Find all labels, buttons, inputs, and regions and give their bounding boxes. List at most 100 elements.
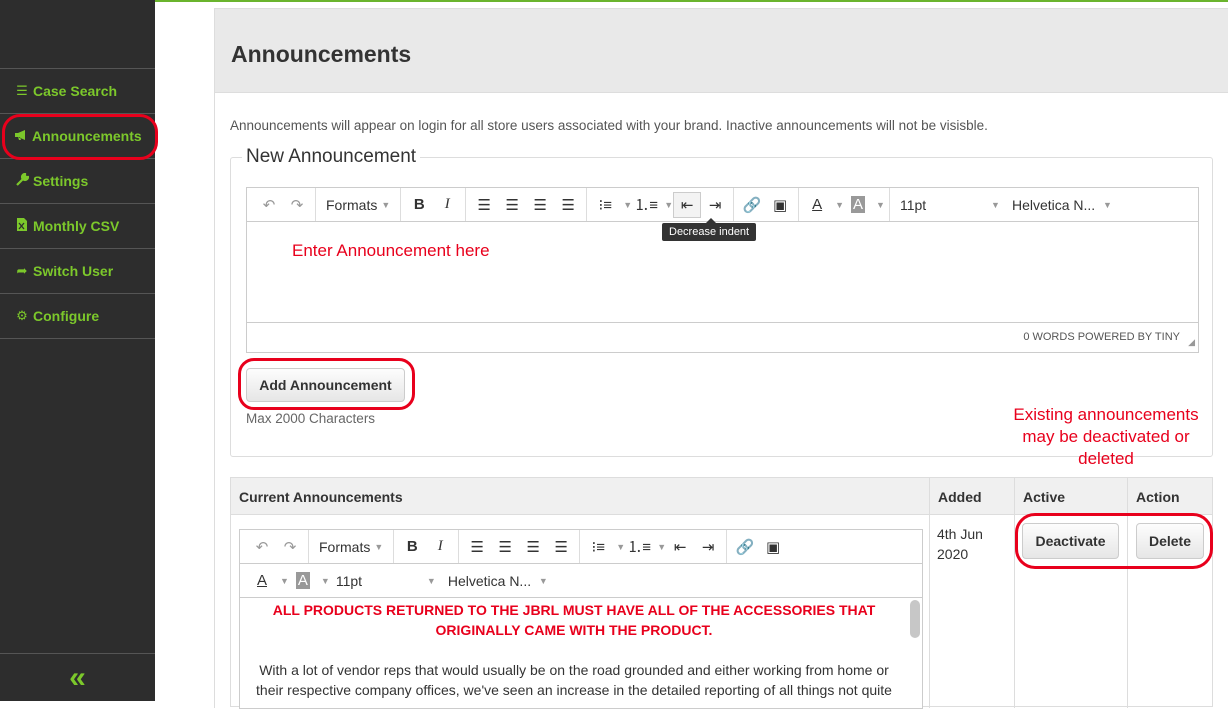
- delete-button[interactable]: Delete: [1136, 523, 1204, 559]
- sidebar-item-label: Announcements: [32, 128, 142, 144]
- redo-icon[interactable]: ↷: [283, 192, 311, 218]
- column-header: Current Announcements: [239, 488, 403, 505]
- formats-label: Formats: [326, 196, 378, 213]
- word-count-status: 0 WORDS POWERED BY TINY: [1023, 331, 1180, 343]
- sidebar-brand-area: [0, 0, 155, 69]
- double-chevron-left-icon: «: [69, 660, 86, 694]
- panel-header: Announcements: [215, 9, 1228, 93]
- caret-down-icon: ▼: [538, 575, 548, 586]
- sidebar-item-label: Settings: [33, 173, 89, 189]
- caret-down-icon[interactable]: ▼: [657, 542, 666, 552]
- sidebar: ☰ Case Search Announcements Settings Mon…: [0, 0, 155, 701]
- numbered-list-icon[interactable]: ⒈≡: [625, 534, 653, 560]
- new-announcement-legend: New Announcement: [242, 146, 421, 168]
- caret-down-icon[interactable]: ▼: [616, 542, 625, 552]
- caret-down-icon: ▼: [1103, 199, 1112, 210]
- annotation-existing-note: Existing announcements may be deactivate…: [1013, 405, 1199, 468]
- megaphone-icon: [14, 129, 28, 144]
- sidebar-item-switch-user[interactable]: ➦ Switch User: [0, 249, 155, 294]
- font-size-dropdown[interactable]: 11pt ▼: [894, 192, 1006, 218]
- link-icon[interactable]: 🔗: [738, 192, 766, 218]
- align-justify-icon[interactable]: ☰: [554, 192, 582, 218]
- text-color-icon[interactable]: A: [248, 568, 276, 594]
- font-size-label: 11pt: [899, 196, 927, 213]
- sidebar-item-monthly-csv[interactable]: Monthly CSV: [0, 204, 155, 249]
- share-arrow-icon: ➦: [16, 263, 28, 278]
- align-center-icon[interactable]: ☰: [491, 534, 519, 560]
- undo-icon[interactable]: ↶: [255, 192, 283, 218]
- sidebar-item-case-search[interactable]: ☰ Case Search: [0, 69, 155, 114]
- add-announcement-button[interactable]: Add Announcement: [246, 368, 405, 402]
- caret-down-icon: ▼: [381, 199, 391, 210]
- editor-status-bar: 0 WORDS POWERED BY TINY ◢: [247, 322, 1198, 351]
- bullet-list-icon[interactable]: ⁝≡: [591, 192, 619, 218]
- background-color-icon[interactable]: A: [289, 568, 317, 594]
- text-color-icon[interactable]: A: [803, 192, 831, 218]
- caret-down-icon[interactable]: ▼: [623, 200, 632, 210]
- bullet-list-icon[interactable]: ⁝≡: [584, 534, 612, 560]
- caret-down-icon: ▼: [374, 541, 384, 552]
- editor-toolbar: ↶ ↷ Formats ▼ B I ☰ ☰ ☰ ☰ ⁝≡ ▼ ⒈≡ ▼ ⇤ ⇥ 🔗 ▣: [240, 530, 922, 564]
- caret-down-icon[interactable]: ▼: [664, 200, 673, 210]
- align-justify-icon[interactable]: ☰: [547, 534, 575, 560]
- font-family-dropdown[interactable]: Helvetica N... ▼: [442, 568, 554, 594]
- new-announcement-editor[interactable]: ↶ ↷ Formats ▼ B I ☰ ☰ ☰ ☰ ⁝≡ ▼ ⒈≡ ▼ ⇤ ⇥ 🔗 ▣…: [246, 187, 1199, 353]
- sidebar-item-announcements[interactable]: Announcements: [0, 114, 155, 159]
- intro-text: Announcements will appear on login for a…: [230, 118, 988, 133]
- font-family-label: Helvetica N...: [1011, 196, 1096, 213]
- column-header: Added: [938, 488, 982, 505]
- resize-handle-icon[interactable]: ◢: [1188, 337, 1195, 348]
- image-icon[interactable]: ▣: [766, 192, 794, 218]
- list-icon: ☰: [16, 83, 28, 98]
- bold-icon[interactable]: B: [405, 192, 433, 218]
- caret-down-icon[interactable]: ▼: [280, 576, 289, 586]
- wrench-icon: [15, 172, 29, 189]
- font-family-label: Helvetica N...: [447, 572, 532, 589]
- italic-icon[interactable]: I: [433, 192, 461, 218]
- announcement-content-editor[interactable]: ↶ ↷ Formats ▼ B I ☰ ☰ ☰ ☰ ⁝≡ ▼ ⒈≡ ▼ ⇤ ⇥ 🔗 ▣…: [239, 529, 923, 709]
- decrease-indent-icon[interactable]: ⇤: [673, 191, 702, 218]
- background-color-icon[interactable]: A: [844, 192, 872, 218]
- caret-down-icon[interactable]: ▼: [321, 576, 330, 586]
- align-left-icon[interactable]: ☰: [470, 192, 498, 218]
- redo-icon[interactable]: ↷: [276, 534, 304, 560]
- editor-toolbar: ↶ ↷ Formats ▼ B I ☰ ☰ ☰ ☰ ⁝≡ ▼ ⒈≡ ▼ ⇤ ⇥ 🔗 ▣…: [247, 188, 1198, 222]
- align-left-icon[interactable]: ☰: [463, 534, 491, 560]
- align-right-icon[interactable]: ☰: [519, 534, 547, 560]
- max-characters-note: Max 2000 Characters: [246, 411, 376, 426]
- column-divider: [929, 478, 930, 708]
- formats-label: Formats: [319, 538, 371, 555]
- sidebar-item-settings[interactable]: Settings: [0, 159, 155, 204]
- column-divider: [1014, 478, 1015, 708]
- bold-icon[interactable]: B: [398, 534, 426, 560]
- font-size-label: 11pt: [335, 572, 363, 589]
- font-family-dropdown[interactable]: Helvetica N... ▼: [1006, 192, 1118, 218]
- sidebar-item-configure[interactable]: ⚙ Configure: [0, 294, 155, 339]
- caret-down-icon: ▼: [426, 575, 436, 586]
- announcement-body-text: With a lot of vendor reps that would usu…: [256, 662, 892, 698]
- deactivate-button[interactable]: Deactivate: [1022, 523, 1119, 559]
- decrease-indent-icon[interactable]: ⇤: [666, 534, 694, 560]
- align-center-icon[interactable]: ☰: [498, 192, 526, 218]
- caret-down-icon[interactable]: ▼: [876, 200, 885, 210]
- formats-dropdown[interactable]: Formats ▼: [320, 192, 396, 218]
- image-icon[interactable]: ▣: [759, 534, 787, 560]
- align-right-icon[interactable]: ☰: [526, 192, 554, 218]
- formats-dropdown[interactable]: Formats ▼: [313, 534, 389, 560]
- link-icon[interactable]: 🔗: [731, 534, 759, 560]
- table-header: Current Announcements Added Active Actio…: [231, 478, 1212, 515]
- added-date-text: 4th Jun 2020: [937, 526, 983, 562]
- announcement-warning-text: ALL PRODUCTS RETURNED TO THE JBRL MUST H…: [272, 602, 876, 638]
- sidebar-collapse-button[interactable]: «: [0, 653, 155, 701]
- column-header: Action: [1136, 488, 1180, 505]
- editor-content-area[interactable]: ALL PRODUCTS RETURNED TO THE JBRL MUST H…: [240, 598, 922, 700]
- increase-indent-icon[interactable]: ⇥: [701, 192, 729, 218]
- column-divider: [1127, 478, 1128, 708]
- font-size-dropdown[interactable]: 11pt ▼: [330, 568, 442, 594]
- undo-icon[interactable]: ↶: [248, 534, 276, 560]
- caret-down-icon[interactable]: ▼: [835, 200, 844, 210]
- numbered-list-icon[interactable]: ⒈≡: [632, 192, 660, 218]
- italic-icon[interactable]: I: [426, 534, 454, 560]
- editor-scrollbar[interactable]: [910, 600, 920, 638]
- increase-indent-icon[interactable]: ⇥: [694, 534, 722, 560]
